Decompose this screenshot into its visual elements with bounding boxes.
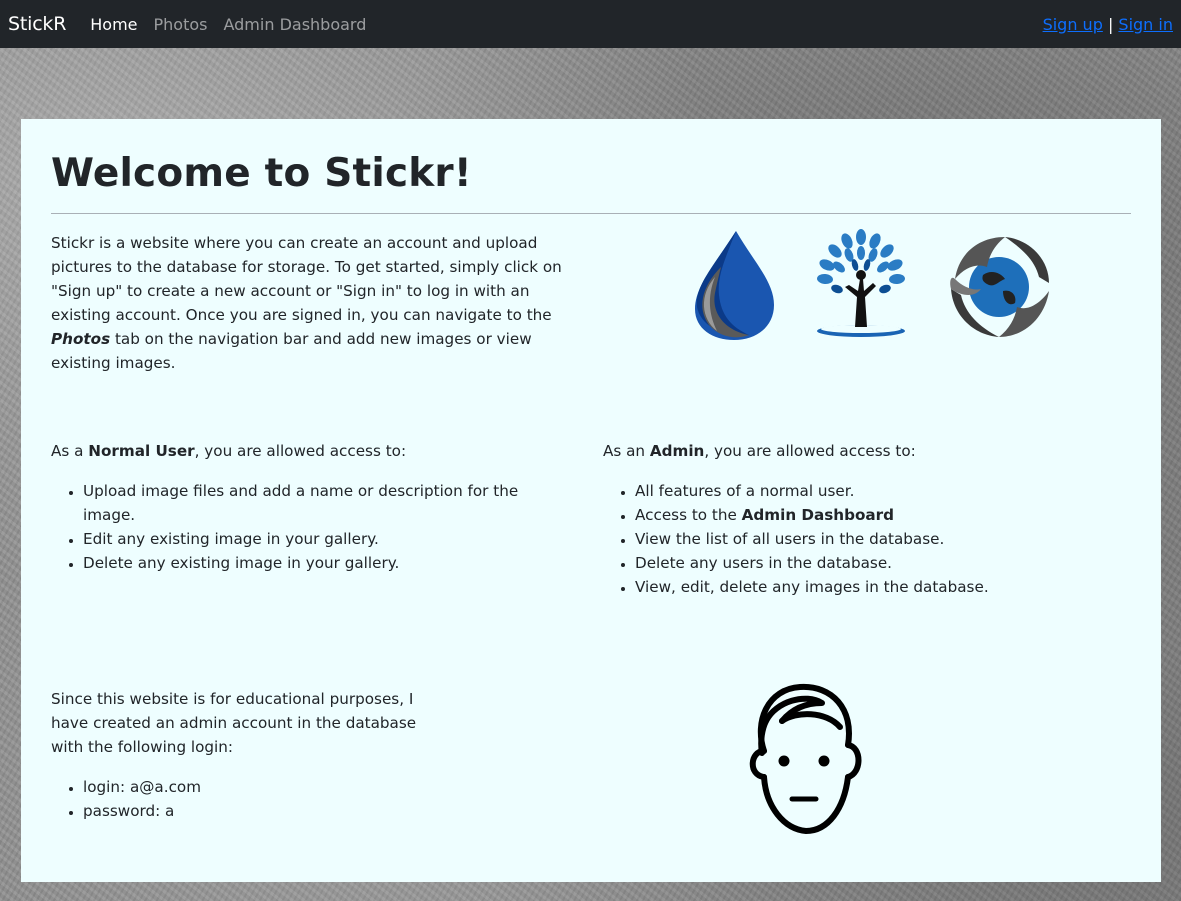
- credential-password: password: a: [83, 799, 383, 823]
- divider: [51, 213, 1131, 214]
- admin-intro: As an Admin, you are allowed access to:: [603, 439, 916, 463]
- signup-link[interactable]: Sign up: [1043, 15, 1103, 34]
- admin-dashboard-emphasis: Admin Dashboard: [741, 506, 895, 524]
- list-item: Access to the Admin Dashboard: [635, 503, 1155, 527]
- admin-suffix: , you are allowed access to:: [704, 442, 916, 460]
- intro-text-2: tab on the navigation bar and add new im…: [51, 330, 532, 372]
- navbar: StickR Home Photos Admin Dashboard Sign …: [0, 0, 1181, 48]
- list-item: View the list of all users in the databa…: [635, 527, 1155, 551]
- normal-user-list: Upload image files and add a name or des…: [51, 479, 523, 575]
- auth-separator: |: [1107, 14, 1114, 34]
- list-item: Delete any existing image in your galler…: [83, 551, 523, 575]
- admin-prefix: As an: [603, 442, 650, 460]
- login-note: Since this website is for educational pu…: [51, 690, 417, 756]
- admin-list: All features of a normal user. Access to…: [603, 479, 1155, 599]
- face-icon: [749, 683, 862, 835]
- intro-text-1: Stickr is a website where you can create…: [51, 234, 562, 324]
- brand-link[interactable]: StickR: [8, 13, 66, 35]
- tree-logo-icon: [817, 229, 905, 337]
- photos-emphasis: Photos: [51, 330, 111, 348]
- normal-user-role: Normal User: [88, 442, 195, 460]
- welcome-card: Welcome to Stickr! Stickr is a website w…: [21, 119, 1161, 882]
- nav-admin-dashboard[interactable]: Admin Dashboard: [223, 15, 366, 34]
- admin-item2-prefix: Access to the: [635, 506, 742, 524]
- page-title: Welcome to Stickr!: [51, 151, 472, 196]
- list-item: Upload image files and add a name or des…: [83, 479, 523, 527]
- water-drop-logo-icon: [695, 231, 774, 340]
- normal-user-intro: As a Normal User, you are allowed access…: [51, 439, 406, 463]
- list-item: All features of a normal user.: [635, 479, 1155, 503]
- intro-paragraph: Stickr is a website where you can create…: [51, 231, 586, 375]
- signin-link[interactable]: Sign in: [1118, 15, 1173, 34]
- admin-role: Admin: [649, 442, 705, 460]
- list-item: View, edit, delete any images in the dat…: [635, 575, 1155, 599]
- normal-prefix: As a: [51, 442, 89, 460]
- list-item: Delete any users in the database.: [635, 551, 1155, 575]
- auth-links: Sign up | Sign in: [1043, 15, 1173, 34]
- nav-photos[interactable]: Photos: [154, 15, 208, 34]
- list-item: Edit any existing image in your gallery.: [83, 527, 523, 551]
- nav-home[interactable]: Home: [90, 15, 137, 34]
- normal-suffix: , you are allowed access to:: [194, 442, 407, 460]
- logo-strip: [695, 229, 1049, 340]
- credentials-list: login: a@a.com password: a: [51, 775, 383, 823]
- recycle-globe-logo-icon: [950, 237, 1049, 337]
- credential-login: login: a@a.com: [83, 775, 383, 799]
